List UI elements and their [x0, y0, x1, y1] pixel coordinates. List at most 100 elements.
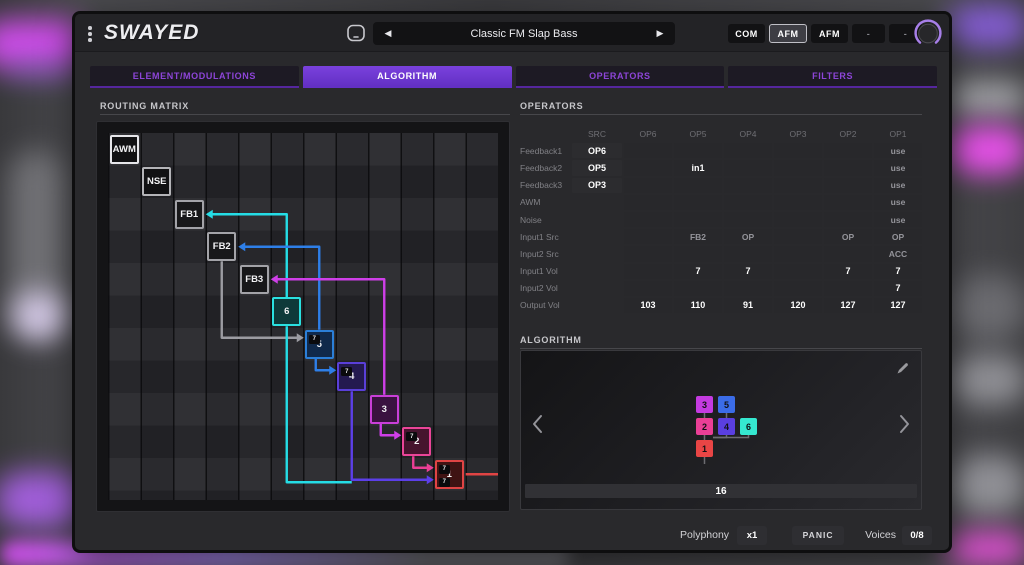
ops-cell-output-vol-op4[interactable]: 91 — [724, 298, 772, 313]
ops-cell-input2-vol-op2[interactable] — [824, 281, 872, 296]
ops-cell-input2-src-op4[interactable] — [724, 246, 772, 261]
ops-cell-input1-vol-op6[interactable] — [624, 264, 672, 279]
ops-cell-feedback2-op6[interactable] — [624, 160, 672, 175]
algorithm-node-1[interactable]: 1 — [696, 440, 713, 457]
matrix-node-1[interactable]: 177 — [435, 460, 464, 489]
ops-cell-feedback1-op4[interactable] — [724, 143, 772, 158]
ops-cell-feedback2-op1[interactable]: use — [874, 160, 922, 175]
ops-cell-input2-vol-op5[interactable] — [674, 281, 722, 296]
ops-cell-input1-src-op3[interactable] — [774, 229, 822, 244]
ops-cell-input2-src-op5[interactable] — [674, 246, 722, 261]
ops-cell-feedback1-op3[interactable] — [774, 143, 822, 158]
matrix-node-fb2[interactable]: FB2 — [207, 232, 236, 261]
ops-cell-output-vol-op1[interactable]: 127 — [874, 298, 922, 313]
ops-cell-input2-src-op1[interactable]: ACC — [874, 246, 922, 261]
polyphony-button[interactable]: x1 — [737, 526, 767, 545]
ops-cell-input1-src-op4[interactable]: OP — [724, 229, 772, 244]
ops-cell-output-vol-op2[interactable]: 127 — [824, 298, 872, 313]
ops-cell-input2-src-op3[interactable] — [774, 246, 822, 261]
ops-cell-feedback1-op6[interactable] — [624, 143, 672, 158]
mod-amount-badge[interactable]: 7 — [406, 432, 417, 441]
matrix-node-2[interactable]: 27 — [402, 427, 431, 456]
ops-cell-noise-op4[interactable] — [724, 212, 772, 227]
matrix-node-6[interactable]: 6 — [272, 297, 301, 326]
ops-cell-input1-vol-op2[interactable]: 7 — [824, 264, 872, 279]
algorithm-node-6[interactable]: 6 — [740, 418, 757, 435]
ops-cell-input1-vol-op4[interactable]: 7 — [724, 264, 772, 279]
ops-cell-input1-src-op6[interactable] — [624, 229, 672, 244]
ops-cell-noise-op1[interactable]: use — [874, 212, 922, 227]
mode-button-3-empty[interactable]: - — [852, 24, 885, 43]
ops-cell-feedback2-op4[interactable] — [724, 160, 772, 175]
ops-cell-input2-src-op6[interactable] — [624, 246, 672, 261]
ops-src-feedback3[interactable]: OP3 — [572, 178, 622, 193]
ops-cell-awm-op1[interactable]: use — [874, 195, 922, 210]
pencil-icon[interactable] — [895, 360, 911, 381]
ops-cell-feedback3-op3[interactable] — [774, 178, 822, 193]
volume-knob[interactable] — [913, 18, 943, 53]
tab-operators[interactable]: OPERATORS — [516, 66, 725, 88]
mode-button-2-afm[interactable]: AFM — [811, 24, 848, 43]
ops-cell-output-vol-op3[interactable]: 120 — [774, 298, 822, 313]
ops-cell-input1-vol-op3[interactable] — [774, 264, 822, 279]
algorithm-number[interactable]: 16 — [525, 484, 917, 498]
mod-amount-badge[interactable]: 7 — [439, 478, 450, 487]
matrix-node-fb3[interactable]: FB3 — [240, 265, 269, 294]
ops-cell-noise-op5[interactable] — [674, 212, 722, 227]
ops-cell-noise-op6[interactable] — [624, 212, 672, 227]
mod-amount-badge[interactable]: 7 — [341, 367, 352, 376]
ops-cell-input2-src-op2[interactable] — [824, 246, 872, 261]
ops-cell-input1-vol-op5[interactable]: 7 — [674, 264, 722, 279]
algorithm-node-3[interactable]: 3 — [696, 396, 713, 413]
ops-cell-output-vol-op5[interactable]: 110 — [674, 298, 722, 313]
mode-button-1-afm[interactable]: AFM — [769, 24, 807, 43]
ops-cell-feedback1-op2[interactable] — [824, 143, 872, 158]
ops-cell-input2-vol-op3[interactable] — [774, 281, 822, 296]
ops-cell-feedback3-op1[interactable]: use — [874, 178, 922, 193]
ops-cell-input2-vol-op6[interactable] — [624, 281, 672, 296]
mode-button-0-com[interactable]: COM — [728, 24, 765, 43]
disk-icon[interactable] — [345, 22, 367, 49]
matrix-node-3[interactable]: 3 — [370, 395, 399, 424]
ops-cell-awm-op5[interactable] — [674, 195, 722, 210]
ops-cell-feedback1-op5[interactable] — [674, 143, 722, 158]
ops-cell-feedback2-op3[interactable] — [774, 160, 822, 175]
mod-amount-badge[interactable]: 7 — [439, 465, 450, 474]
algorithm-node-2[interactable]: 2 — [696, 418, 713, 435]
ops-cell-feedback3-op6[interactable] — [624, 178, 672, 193]
preset-next-button[interactable]: ▶ — [645, 28, 675, 39]
matrix-node-5[interactable]: 57 — [305, 330, 334, 359]
kebab-menu-icon[interactable] — [88, 26, 92, 42]
ops-cell-awm-op4[interactable] — [724, 195, 772, 210]
algorithm-node-4[interactable]: 4 — [718, 418, 735, 435]
tab-filters[interactable]: FILTERS — [728, 66, 937, 88]
ops-cell-feedback1-op1[interactable]: use — [874, 143, 922, 158]
ops-cell-input1-src-op2[interactable]: OP — [824, 229, 872, 244]
matrix-node-4[interactable]: 47 — [337, 362, 366, 391]
matrix-node-awm[interactable]: AWM — [110, 135, 139, 164]
ops-cell-feedback2-op5[interactable]: in1 — [674, 160, 722, 175]
tab-algorithm[interactable]: ALGORITHM — [303, 66, 512, 88]
routing-matrix-grid[interactable]: AWMNSEFB1FB2FB365747327177 — [108, 133, 498, 500]
chevron-left-icon[interactable] — [531, 414, 543, 439]
chevron-right-icon[interactable] — [899, 414, 911, 439]
ops-src-feedback2[interactable]: OP5 — [572, 160, 622, 175]
matrix-node-fb1[interactable]: FB1 — [175, 200, 204, 229]
ops-cell-awm-op6[interactable] — [624, 195, 672, 210]
ops-cell-feedback3-op5[interactable] — [674, 178, 722, 193]
ops-cell-awm-op2[interactable] — [824, 195, 872, 210]
mod-amount-badge[interactable]: 7 — [309, 335, 320, 344]
ops-src-feedback1[interactable]: OP6 — [572, 143, 622, 158]
preset-name[interactable]: Classic FM Slap Bass — [403, 28, 645, 40]
ops-cell-input2-vol-op1[interactable]: 7 — [874, 281, 922, 296]
matrix-node-nse[interactable]: NSE — [142, 167, 171, 196]
ops-cell-input1-vol-op1[interactable]: 7 — [874, 264, 922, 279]
ops-cell-output-vol-op6[interactable]: 103 — [624, 298, 672, 313]
algorithm-node-5[interactable]: 5 — [718, 396, 735, 413]
panic-button[interactable]: PANIC — [792, 526, 844, 545]
preset-prev-button[interactable]: ◀ — [373, 28, 403, 39]
ops-cell-noise-op3[interactable] — [774, 212, 822, 227]
ops-cell-input1-src-op5[interactable]: FB2 — [674, 229, 722, 244]
ops-cell-noise-op2[interactable] — [824, 212, 872, 227]
ops-cell-feedback3-op2[interactable] — [824, 178, 872, 193]
